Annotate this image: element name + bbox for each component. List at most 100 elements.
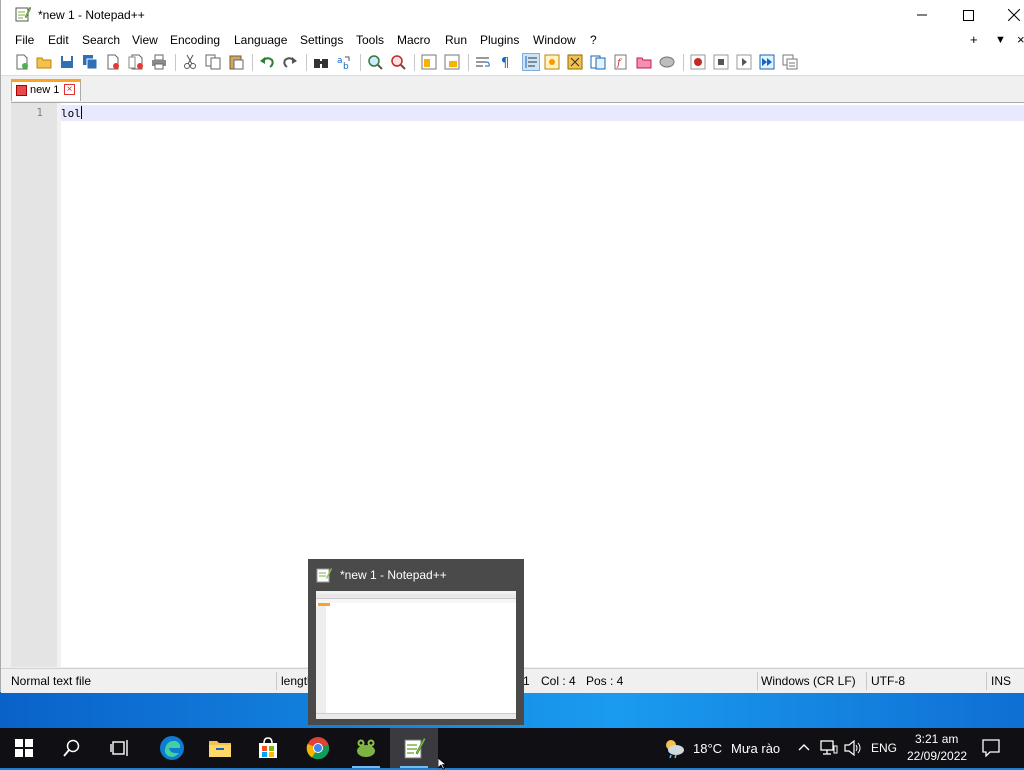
status-eol[interactable]: Windows (CR LF) xyxy=(761,674,856,688)
edge-button[interactable] xyxy=(148,728,196,768)
editor-line-text: lol xyxy=(61,107,81,120)
status-position: Pos : 4 xyxy=(586,674,624,688)
close-icon[interactable] xyxy=(105,54,121,70)
close-all-icon[interactable] xyxy=(128,54,144,70)
document-tab-bar: new 1 × xyxy=(1,76,1024,102)
weather-temperature[interactable]: 18°C xyxy=(693,741,722,756)
save-icon[interactable] xyxy=(59,54,75,70)
clock-time[interactable]: 3:21 am xyxy=(915,732,958,746)
close-document-button[interactable]: × xyxy=(1017,32,1024,47)
zoom-out-icon[interactable] xyxy=(390,54,406,70)
menu-bar: File Edit Search View Encoding Language … xyxy=(1,30,1024,50)
taskbar: 18°C Mưa rào ENG 3:21 am 22/09/2022 xyxy=(0,728,1024,768)
task-view-button[interactable] xyxy=(96,728,144,768)
status-insert-mode[interactable]: INS xyxy=(991,674,1011,688)
close-window-button[interactable] xyxy=(991,0,1024,30)
notepadpp-taskbar-button[interactable] xyxy=(390,728,438,768)
menu-window[interactable]: Window xyxy=(533,33,576,47)
window-title: *new 1 - Notepad++ xyxy=(38,8,145,22)
taskbar-thumbnail-preview[interactable]: *new 1 - Notepad++ xyxy=(308,559,524,725)
toolbar-separator xyxy=(360,54,361,71)
edge-icon xyxy=(160,736,184,760)
tab-close-icon[interactable]: × xyxy=(64,84,75,95)
playback-macro-icon[interactable] xyxy=(736,54,752,70)
paste-icon[interactable] xyxy=(228,54,244,70)
menu-run[interactable]: Run xyxy=(445,33,467,47)
replace-icon[interactable]: ab xyxy=(336,54,352,70)
undo-icon[interactable] xyxy=(259,54,275,70)
indent-guide-icon[interactable] xyxy=(522,53,540,71)
menu-plugins[interactable]: Plugins xyxy=(480,33,519,47)
start-icon xyxy=(15,739,33,757)
start-button[interactable] xyxy=(0,728,48,768)
notepadpp-icon xyxy=(316,568,332,583)
input-language-indicator[interactable]: ENG xyxy=(871,741,897,755)
menu-help[interactable]: ? xyxy=(590,33,597,47)
weather-icon[interactable] xyxy=(662,737,686,759)
user-defined-language-icon[interactable] xyxy=(544,54,560,70)
menu-file[interactable]: File xyxy=(15,33,34,47)
tab-list-dropdown-button[interactable]: ▼ xyxy=(995,34,1006,46)
task-view-icon xyxy=(110,740,128,756)
toolbar-separator xyxy=(683,54,684,71)
notification-center-icon[interactable] xyxy=(982,739,1000,757)
menu-macro[interactable]: Macro xyxy=(397,33,430,47)
folder-as-workspace-icon[interactable] xyxy=(636,54,652,70)
run-macro-multiple-icon[interactable] xyxy=(759,54,775,70)
toolbar-separator xyxy=(252,54,253,71)
menu-view[interactable]: View xyxy=(132,33,158,47)
frog-app-button[interactable] xyxy=(342,728,390,768)
thumbnail-gutter xyxy=(316,606,326,713)
zoom-in-icon[interactable] xyxy=(367,54,383,70)
thumbnail-toolbar xyxy=(316,599,516,603)
editor-line[interactable]: lol xyxy=(61,106,82,120)
minimize-button[interactable] xyxy=(899,0,945,30)
network-icon[interactable] xyxy=(820,740,838,756)
clock-date[interactable]: 22/09/2022 xyxy=(907,749,967,763)
sync-horizontal-icon[interactable] xyxy=(444,54,460,70)
current-line-highlight xyxy=(61,105,1024,121)
record-macro-icon[interactable] xyxy=(690,54,706,70)
menu-settings[interactable]: Settings xyxy=(300,33,343,47)
find-icon[interactable] xyxy=(313,54,329,70)
status-separator xyxy=(866,672,867,690)
print-icon[interactable] xyxy=(151,54,167,70)
search-button[interactable] xyxy=(48,728,96,768)
sync-vertical-icon[interactable] xyxy=(421,54,437,70)
chrome-button[interactable] xyxy=(294,728,342,768)
document-map-icon[interactable] xyxy=(567,54,583,70)
word-wrap-icon[interactable] xyxy=(475,54,491,70)
open-file-icon[interactable] xyxy=(36,54,52,70)
save-macro-icon[interactable] xyxy=(782,54,798,70)
new-tab-plus-button[interactable]: + xyxy=(970,32,978,47)
menu-search[interactable]: Search xyxy=(82,33,120,47)
document-list-icon[interactable] xyxy=(590,54,606,70)
monitoring-icon[interactable] xyxy=(659,54,675,70)
save-all-icon[interactable] xyxy=(82,54,98,70)
weather-condition[interactable]: Mưa rào xyxy=(731,741,780,756)
status-encoding[interactable]: UTF-8 xyxy=(871,674,905,688)
menu-encoding[interactable]: Encoding xyxy=(170,33,220,47)
svg-text:b: b xyxy=(343,62,349,70)
menu-edit[interactable]: Edit xyxy=(48,33,69,47)
unsaved-document-icon xyxy=(16,85,27,96)
function-list-icon[interactable]: f xyxy=(613,54,629,70)
menu-language[interactable]: Language xyxy=(234,33,287,47)
microsoft-store-button[interactable] xyxy=(244,728,292,768)
copy-icon[interactable] xyxy=(205,54,221,70)
show-hidden-icons-chevron-icon[interactable] xyxy=(798,743,810,751)
cut-icon[interactable] xyxy=(182,54,198,70)
volume-icon[interactable] xyxy=(844,740,862,756)
menu-tools[interactable]: Tools xyxy=(356,33,384,47)
title-bar[interactable]: *new 1 - Notepad++ xyxy=(1,0,1024,30)
redo-icon[interactable] xyxy=(282,54,298,70)
fold-margin[interactable] xyxy=(57,103,61,667)
tab-new-1[interactable]: new 1 × xyxy=(11,79,81,101)
preview-thumbnail[interactable] xyxy=(316,591,516,719)
file-explorer-button[interactable] xyxy=(196,728,244,768)
new-file-icon[interactable] xyxy=(14,54,30,70)
show-all-characters-icon[interactable]: ¶ xyxy=(498,54,514,70)
stop-recording-icon[interactable] xyxy=(713,54,729,70)
status-separator xyxy=(986,672,987,690)
maximize-button[interactable] xyxy=(945,0,991,30)
